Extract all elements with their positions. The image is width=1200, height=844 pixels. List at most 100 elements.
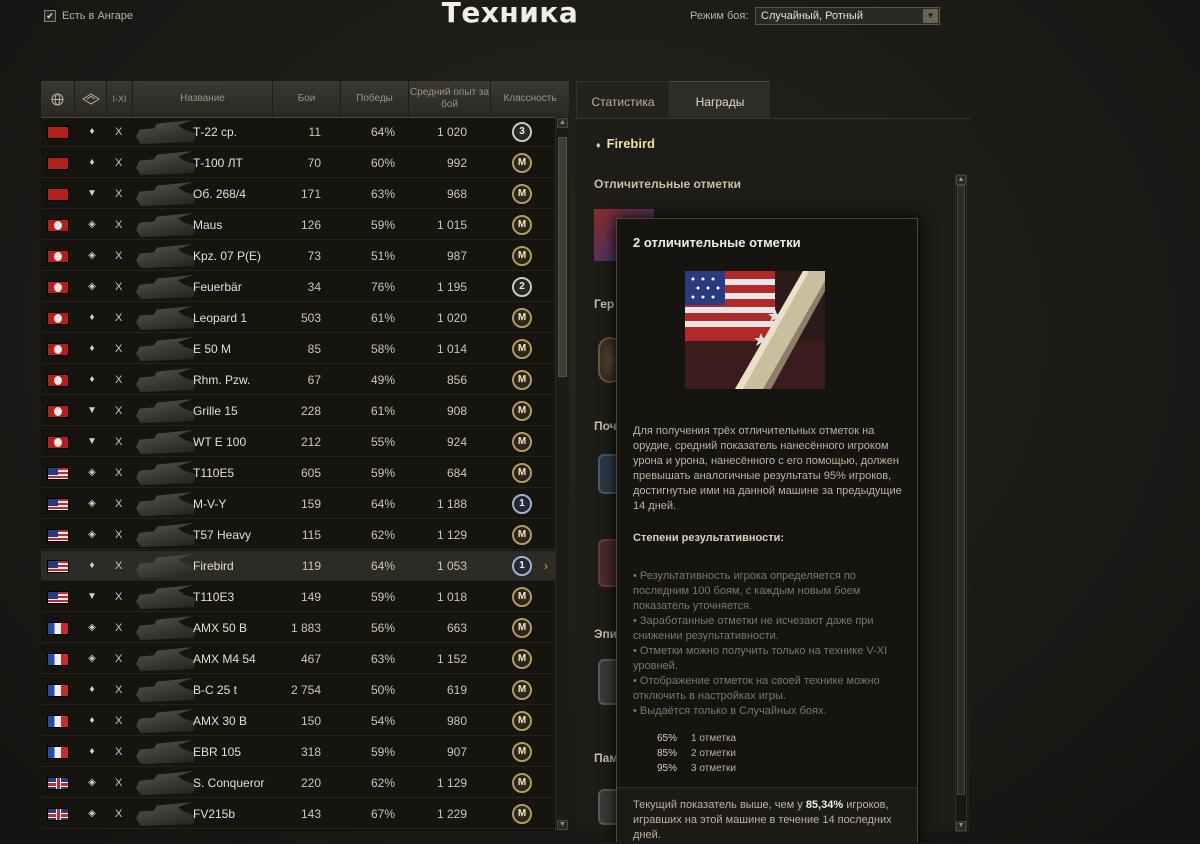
nation-flag-icon [47, 622, 69, 635]
nation-flag-icon [47, 343, 69, 356]
vehicle-tier: X [115, 281, 123, 293]
mastery-badge-icon: M [512, 680, 532, 700]
table-row[interactable]: ◈ X M-V-Y 159 64% 1 188 1 [41, 489, 555, 519]
table-row[interactable]: ◈ X Kpz. 07 P(E) 73 51% 987 M [41, 241, 555, 271]
table-row[interactable]: ♦ X B-C 25 t 2 754 50% 619 M [41, 675, 555, 705]
battles-count: 220 [300, 776, 321, 790]
threshold-row: 85% 2 отметки [657, 746, 736, 761]
table-row[interactable]: ♦ X Leopard 1 503 61% 1 020 M [41, 303, 555, 333]
vehicle-name: B-C 25 t [193, 683, 238, 697]
vehicle-name: E 50 M [193, 342, 232, 356]
vehicle-tier: X [115, 374, 123, 386]
table-row[interactable]: ♦ X E 50 M 85 58% 1 014 M [41, 334, 555, 364]
tank-thumbnail [136, 802, 196, 826]
table-row[interactable]: ◈ X FV215b 143 67% 1 229 M [41, 799, 555, 829]
chevron-down-icon[interactable]: ▼ [923, 9, 938, 23]
scroll-up-icon[interactable]: ▲ [557, 118, 568, 128]
mastery-badge-icon: M [512, 525, 532, 545]
avg-xp: 1 018 [436, 590, 467, 604]
column-wins[interactable]: Победы [341, 81, 409, 117]
tank-thumbnail [136, 585, 196, 609]
nation-flag-icon [47, 126, 69, 139]
tab-statistics[interactable]: Статистика [576, 81, 670, 119]
table-row[interactable]: ♦ X Т-22 ср. 11 64% 1 020 3 [41, 117, 555, 147]
win-rate: 54% [370, 714, 395, 728]
column-class[interactable] [75, 81, 107, 117]
table-row[interactable]: ♦ X EBR 105 318 59% 907 M [41, 737, 555, 767]
column-battles[interactable]: Бои [273, 81, 341, 117]
column-mastery[interactable]: Классность [491, 81, 569, 117]
nation-flag-icon [47, 250, 69, 263]
nation-flag-icon [47, 281, 69, 294]
battles-count: 34 [307, 280, 321, 294]
vehicle-tier: X [115, 777, 123, 789]
table-row[interactable]: ▼ X WT E 100 212 55% 924 M [41, 427, 555, 457]
nation-flag-icon [47, 715, 69, 728]
nation-flag-icon [47, 777, 69, 790]
table-row[interactable]: ♦ X Firebird 119 64% 1 053 1 › [41, 551, 555, 581]
nation-flag-icon [47, 591, 69, 604]
win-rate: 76% [370, 280, 395, 294]
mastery-badge-icon: M [512, 370, 532, 390]
mastery-badge-icon: 2 [512, 277, 532, 297]
awards-scrollbar[interactable]: ▲ ▼ [955, 174, 967, 832]
scrollbar-thumb[interactable] [957, 185, 965, 795]
table-row[interactable]: ♦ X AMX 30 B 150 54% 980 M [41, 706, 555, 736]
nation-flag-icon [47, 436, 69, 449]
win-rate: 51% [370, 249, 395, 263]
vehicle-tier: X [115, 622, 123, 634]
vehicles-table: I-XI Название Бои Победы Средний опыт за… [41, 81, 569, 831]
table-row[interactable]: ◈ X AMX M4 54 467 63% 1 152 M [41, 644, 555, 674]
table-row[interactable]: ▼ X T110E3 149 59% 1 018 M [41, 582, 555, 612]
scroll-down-icon[interactable]: ▼ [557, 820, 568, 830]
scrollbar-thumb[interactable] [558, 137, 567, 377]
tooltip-description: Для получения трёх отличительных отметок… [633, 425, 902, 512]
vehicle-class-icon: ♦ [89, 715, 95, 726]
vehicle-tier: X [115, 715, 123, 727]
mastery-badge-icon: M [512, 587, 532, 607]
tab-awards[interactable]: Награды [670, 81, 770, 119]
vehicle-name: S. Conqueror [193, 776, 265, 790]
win-rate: 59% [370, 218, 395, 232]
table-row[interactable]: ◈ X S. Conqueror 220 62% 1 129 M [41, 768, 555, 798]
battle-mode-select[interactable]: Случайный, Ротный ▼ [755, 7, 940, 25]
win-rate: 64% [370, 497, 395, 511]
battles-count: 143 [300, 807, 321, 821]
column-nation[interactable] [41, 81, 75, 117]
vehicle-tier: X [115, 653, 123, 665]
avg-xp: 684 [446, 466, 467, 480]
table-scrollbar[interactable]: ▲ ▼ [555, 117, 569, 831]
battles-count: 119 [301, 559, 321, 573]
table-row[interactable]: ♦ X Т-100 ЛТ 70 60% 992 M [41, 148, 555, 178]
mastery-badge-icon: M [512, 649, 532, 669]
column-name[interactable]: Название [133, 81, 273, 117]
table-row[interactable]: ◈ X Feuerbär 34 76% 1 195 2 [41, 272, 555, 302]
vehicle-tier: X [115, 498, 123, 510]
battles-count: 11 [308, 125, 321, 139]
column-avg-xp[interactable]: Средний опыт за бой [409, 81, 491, 117]
scroll-down-icon[interactable]: ▼ [956, 821, 966, 831]
table-row[interactable]: ◈ X T57 Heavy 115 62% 1 129 M [41, 520, 555, 550]
vehicle-tier: X [115, 405, 123, 417]
vehicle-class-icon: ♦ [89, 157, 95, 168]
table-row[interactable]: ♦ X Rhm. Pzw. 67 49% 856 M [41, 365, 555, 395]
avg-xp: 992 [446, 156, 467, 170]
table-row[interactable]: ◈ X Maus 126 59% 1 015 M [41, 210, 555, 240]
avg-xp: 907 [446, 745, 467, 759]
column-level[interactable]: I-XI [107, 81, 133, 117]
tank-thumbnail [136, 213, 196, 237]
vehicle-name: Rhm. Pzw. [193, 373, 251, 387]
avg-xp: 1 020 [436, 125, 467, 139]
table-row[interactable]: ▼ X Grille 15 228 61% 908 M [41, 396, 555, 426]
win-rate: 60% [370, 156, 395, 170]
vehicle-tier: X [115, 250, 123, 262]
thresholds-table: 65% 1 отметка 85% 2 отметки 95% 3 отметки [657, 731, 736, 776]
table-row[interactable]: ▼ X Об. 268/4 171 63% 968 M [41, 179, 555, 209]
scroll-up-icon[interactable]: ▲ [956, 175, 966, 185]
battles-count: 228 [300, 404, 321, 418]
table-row[interactable]: ◈ X AMX 50 B 1 883 56% 663 M [41, 613, 555, 643]
vehicle-tier: X [115, 467, 123, 479]
mastery-badge-icon: 3 [512, 122, 532, 142]
table-row[interactable]: ◈ X T110E5 605 59% 684 M [41, 458, 555, 488]
threshold-row: 65% 1 отметка [657, 731, 736, 746]
